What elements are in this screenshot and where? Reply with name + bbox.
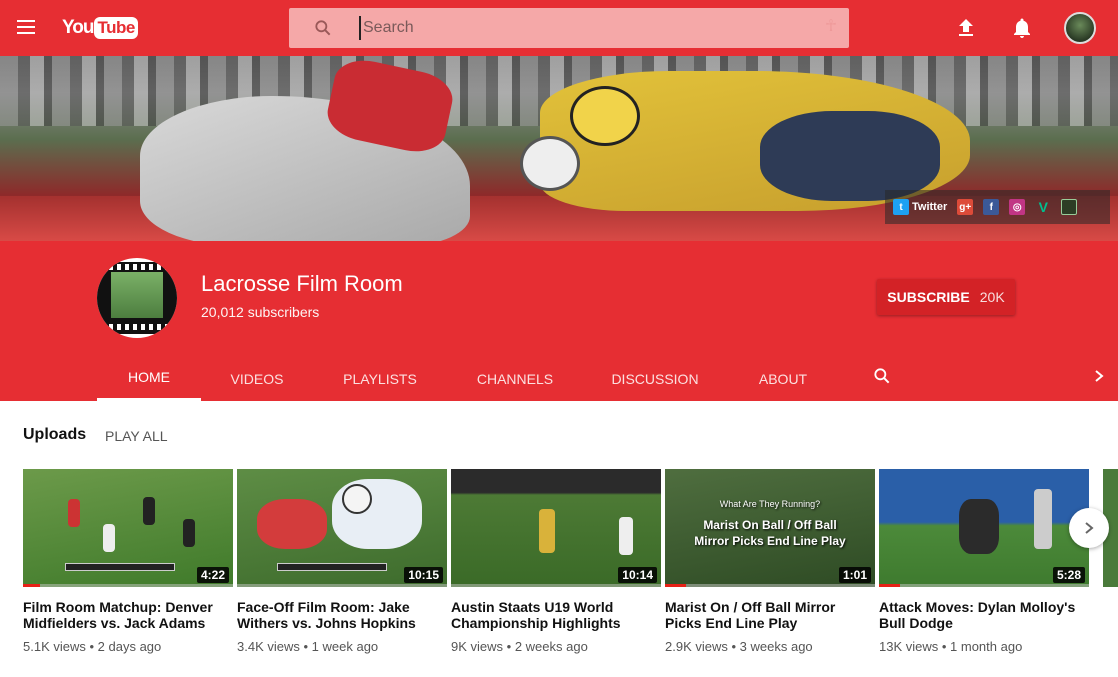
- video-duration: 5:28: [1052, 567, 1085, 583]
- film-icon[interactable]: [1061, 199, 1078, 215]
- video-thumbnail[interactable]: 4:22: [23, 469, 233, 587]
- tab-about[interactable]: ABOUT: [727, 356, 839, 401]
- video-views: 9K views: [451, 639, 504, 654]
- logo-you-text: You: [62, 17, 95, 38]
- video-age: 1 month ago: [950, 639, 1023, 654]
- video-age: 1 week ago: [311, 639, 379, 654]
- video-thumbnail[interactable]: 5:28: [879, 469, 1089, 587]
- uploads-heading[interactable]: Uploads: [23, 426, 86, 444]
- subscribe-button[interactable]: SUBSCRIBE 20K: [877, 279, 1015, 315]
- logo-tube-text: Tube: [94, 17, 138, 39]
- video-card[interactable]: 10:14 Austin Staats U19 World Championsh…: [451, 469, 661, 654]
- keyboard-icon[interactable]: ☥: [825, 16, 837, 36]
- video-thumbnail[interactable]: What Are They Running? Marist On Ball / …: [665, 469, 875, 587]
- chevron-right-icon: [1085, 522, 1094, 534]
- video-views: 5.1K views: [23, 639, 86, 654]
- video-meta: 3.4K views • 1 week ago: [237, 639, 379, 654]
- video-meta: 13K views • 1 month ago: [879, 639, 1023, 654]
- play-all-button[interactable]: PLAY ALL: [105, 428, 168, 444]
- video-card[interactable]: 10:15 Face-Off Film Room: Jake Withers v…: [237, 469, 447, 654]
- channel-avatar[interactable]: [97, 258, 177, 338]
- video-meta: 9K views • 2 weeks ago: [451, 639, 588, 654]
- video-card[interactable]: 4:22 Film Room Matchup: Denver Midfielde…: [23, 469, 233, 654]
- channel-title: Lacrosse Film Room: [201, 271, 403, 296]
- shelf-next-button[interactable]: [1069, 508, 1109, 548]
- video-age: 3 weeks ago: [739, 639, 813, 654]
- account-avatar[interactable]: [1064, 12, 1096, 44]
- video-duration: 1:01: [838, 567, 871, 583]
- video-age: 2 weeks ago: [514, 639, 588, 654]
- twitter-icon: t: [893, 199, 909, 215]
- video-duration: 10:15: [404, 567, 443, 583]
- subscriber-count: 20,012 subscribers: [201, 304, 320, 320]
- google-plus-icon[interactable]: g+: [957, 199, 974, 215]
- subscribe-count: 20K: [979, 289, 1005, 305]
- video-title[interactable]: Austin Staats U19 World Championship Hig…: [451, 599, 661, 631]
- vine-icon[interactable]: V: [1035, 199, 1051, 215]
- search-box: ☥: [289, 8, 849, 48]
- youtube-logo[interactable]: You Tube: [62, 15, 138, 41]
- chevron-right-icon[interactable]: [1092, 369, 1106, 383]
- video-thumbnail[interactable]: 10:15: [237, 469, 447, 587]
- instagram-icon[interactable]: ◎: [1009, 199, 1026, 215]
- video-views: 13K views: [879, 639, 939, 654]
- video-age: 2 days ago: [97, 639, 162, 654]
- bell-icon[interactable]: [1010, 16, 1034, 40]
- twitter-link[interactable]: t Twitter: [893, 199, 947, 215]
- video-card[interactable]: 5:28 Attack Moves: Dylan Molloy's Bull D…: [879, 469, 1089, 654]
- video-card[interactable]: What Are They Running? Marist On Ball / …: [665, 469, 875, 654]
- subscribe-label: SUBSCRIBE: [887, 289, 970, 305]
- twitter-label: Twitter: [912, 201, 948, 213]
- video-title[interactable]: Face-Off Film Room: Jake Withers vs. Joh…: [237, 599, 447, 631]
- video-title[interactable]: Marist On / Off Ball Mirror Picks End Li…: [665, 599, 875, 631]
- video-duration: 10:14: [618, 567, 657, 583]
- channel-search-icon[interactable]: [872, 366, 892, 386]
- tab-discussion[interactable]: DISCUSSION: [583, 356, 727, 401]
- watch-progress: [665, 584, 686, 587]
- video-duration: 4:22: [196, 567, 229, 583]
- thumbnail-caption-small: What Are They Running?: [719, 499, 821, 509]
- channel-tabs: HOME VIDEOS PLAYLISTS CHANNELS DISCUSSIO…: [97, 356, 839, 401]
- video-thumbnail[interactable]: 10:14: [451, 469, 661, 587]
- tab-videos[interactable]: VIDEOS: [201, 356, 313, 401]
- search-input[interactable]: [359, 16, 809, 40]
- social-links: t Twitter g+ f ◎ V: [885, 190, 1110, 224]
- video-views: 2.9K views: [665, 639, 728, 654]
- tab-playlists[interactable]: PLAYLISTS: [313, 356, 447, 401]
- channel-header: Lacrosse Film Room 20,012 subscribers SU…: [0, 241, 1118, 401]
- menu-icon[interactable]: [14, 16, 38, 40]
- search-icon[interactable]: [313, 18, 333, 38]
- thumbnail-caption: Marist On Ball / Off Ball Mirror Picks E…: [694, 518, 846, 548]
- tab-channels[interactable]: CHANNELS: [447, 356, 583, 401]
- upload-icon[interactable]: [954, 16, 978, 40]
- video-meta: 2.9K views • 3 weeks ago: [665, 639, 813, 654]
- masthead: You Tube ☥: [0, 0, 1118, 56]
- video-meta: 5.1K views • 2 days ago: [23, 639, 162, 654]
- video-views: 3.4K views: [237, 639, 300, 654]
- video-title[interactable]: Attack Moves: Dylan Molloy's Bull Dodge: [879, 599, 1089, 631]
- tab-home[interactable]: HOME: [97, 356, 201, 401]
- facebook-icon[interactable]: f: [983, 199, 1000, 215]
- watch-progress: [23, 584, 40, 587]
- video-title[interactable]: Film Room Matchup: Denver Midfielders vs…: [23, 599, 233, 631]
- watch-progress: [879, 584, 900, 587]
